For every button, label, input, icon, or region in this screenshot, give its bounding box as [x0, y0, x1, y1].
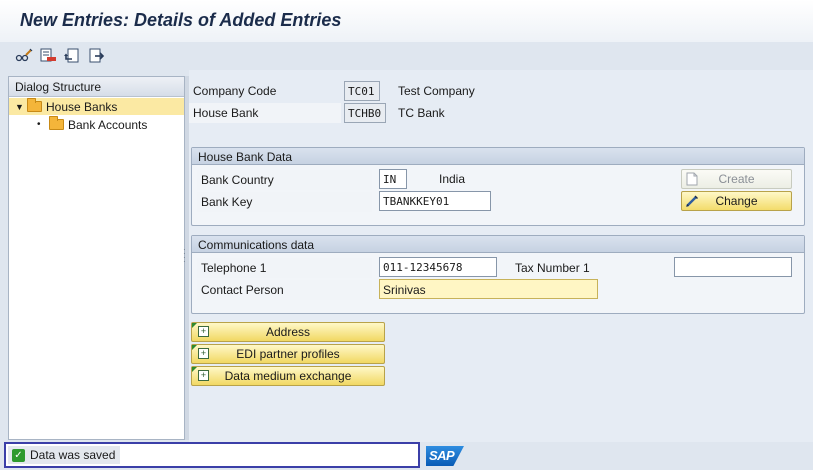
contact-person-label: Contact Person	[197, 280, 372, 300]
address-button-label: Address	[265, 325, 311, 339]
edi-partner-profiles-button[interactable]: + EDI partner profiles	[191, 344, 385, 364]
tree-item-house-banks[interactable]: ▼ House Banks	[9, 98, 184, 115]
undo-icon[interactable]	[62, 46, 82, 66]
tree-item-label: Bank Accounts	[68, 117, 148, 132]
corner-marker-icon	[192, 323, 197, 328]
pencil-icon	[686, 195, 698, 207]
expand-plus-icon: +	[198, 348, 209, 359]
corner-marker-icon	[192, 367, 197, 372]
company-name-text: Test Company	[398, 84, 475, 98]
address-button[interactable]: + Address	[191, 322, 385, 342]
bank-key-input[interactable]: TBANKKEY01	[379, 191, 491, 211]
status-message-text: Data was saved	[30, 448, 116, 462]
dialog-structure-panel: Dialog Structure ▼ House Banks • Bank Ac…	[8, 76, 185, 440]
communications-data-group: Communications data Telephone 1 011-1234…	[191, 235, 805, 314]
telephone-input[interactable]: 011-12345678	[379, 257, 497, 277]
bullet-icon: •	[37, 119, 41, 130]
house-bank-label: House Bank	[189, 103, 341, 123]
folder-icon	[49, 116, 64, 130]
bank-country-name-text: India	[439, 172, 466, 186]
new-document-icon	[686, 172, 698, 186]
main-content: Company Code TC01 Test Company House Ban…	[189, 70, 813, 442]
house-bank-data-title: House Bank Data	[192, 148, 804, 165]
bank-country-input[interactable]: IN	[379, 169, 407, 189]
communications-data-title: Communications data	[192, 236, 804, 253]
create-button[interactable]: Create	[681, 169, 792, 189]
page-title: New Entries: Details of Added Entries	[20, 10, 342, 30]
copy-icon[interactable]	[86, 46, 106, 66]
contact-person-input[interactable]: Srinivas	[379, 279, 598, 299]
dme-button-label: Data medium exchange	[224, 369, 352, 383]
house-bank-data-group: House Bank Data Bank Country IN India Ba…	[191, 147, 805, 226]
tree-item-bank-accounts[interactable]: • Bank Accounts	[9, 116, 184, 133]
expand-plus-icon: +	[198, 326, 209, 337]
status-bar[interactable]: ✓ Data was saved	[4, 442, 420, 468]
house-bank-name-text: TC Bank	[398, 106, 445, 120]
tax-number-label: Tax Number 1	[515, 261, 590, 275]
open-folder-icon	[27, 98, 42, 112]
corner-marker-icon	[192, 345, 197, 350]
change-button[interactable]: Change	[681, 191, 792, 211]
success-check-icon: ✓	[12, 448, 25, 462]
dialog-structure-header: Dialog Structure	[9, 77, 184, 97]
sap-logo: SAP	[426, 446, 464, 466]
company-code-field: TC01	[344, 81, 380, 101]
tax-number-input[interactable]	[674, 257, 792, 277]
tree-item-label: House Banks	[46, 99, 118, 114]
company-code-label: Company Code	[193, 84, 277, 98]
create-button-label: Create	[718, 172, 755, 186]
data-medium-exchange-button[interactable]: + Data medium exchange	[191, 366, 385, 386]
application-toolbar	[0, 42, 813, 70]
change-button-label: Change	[715, 194, 758, 208]
expand-plus-icon: +	[198, 370, 209, 381]
bank-key-label: Bank Key	[197, 192, 372, 212]
expand-arrow-icon[interactable]: ▼	[15, 102, 27, 112]
edi-button-label: EDI partner profiles	[236, 347, 340, 361]
glasses-pencil-icon[interactable]	[14, 46, 34, 66]
status-message[interactable]: ✓ Data was saved	[8, 446, 120, 464]
delete-entry-icon[interactable]	[38, 46, 58, 66]
telephone-label: Telephone 1	[197, 258, 372, 278]
bank-country-label: Bank Country	[197, 170, 372, 190]
house-bank-field: TCHB0	[344, 103, 386, 123]
title-bar: New Entries: Details of Added Entries	[0, 0, 813, 42]
